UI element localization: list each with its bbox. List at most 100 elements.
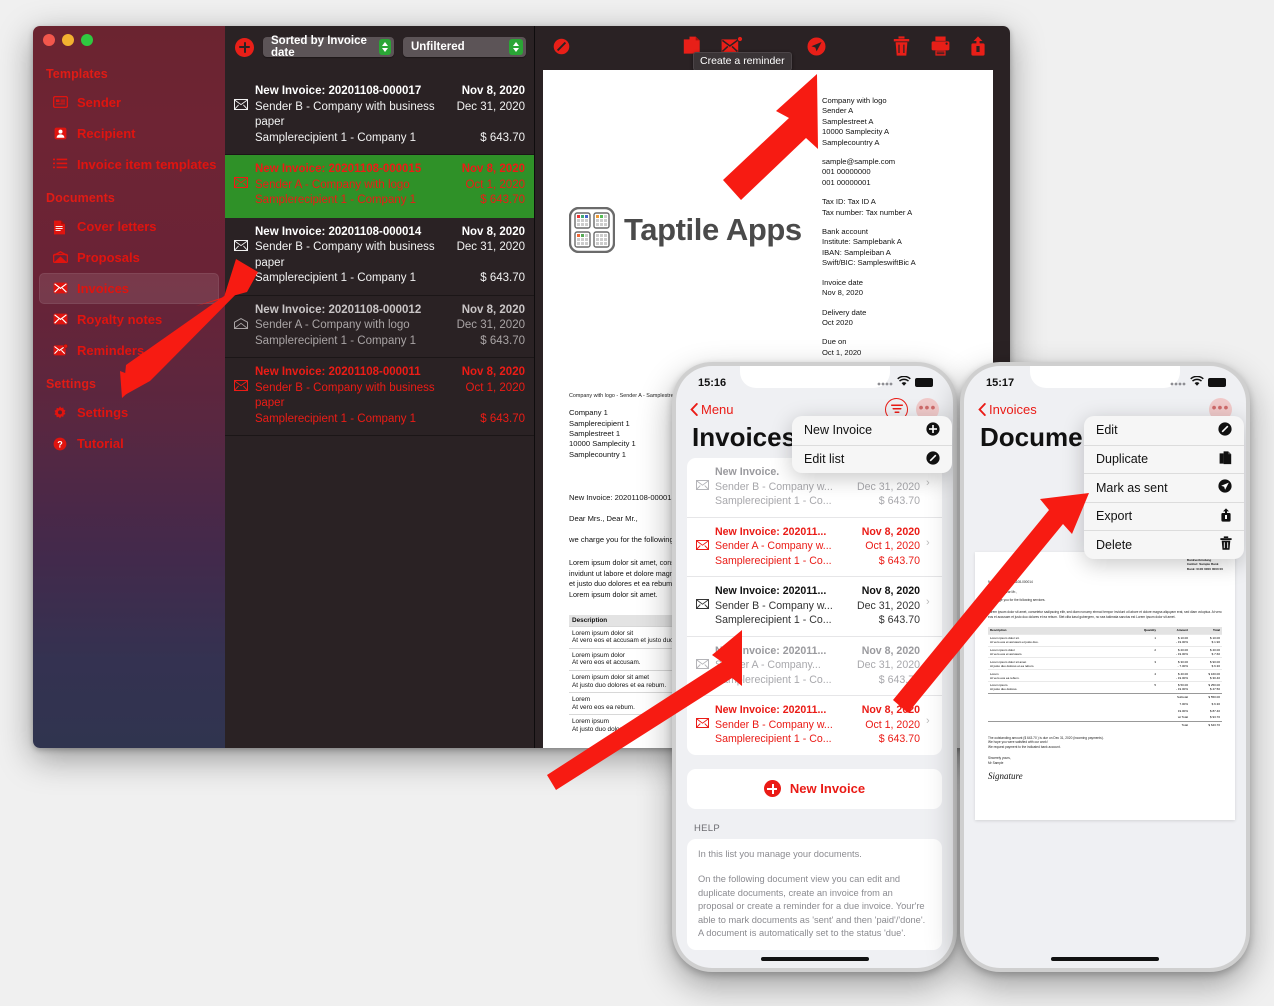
menu-item-new-invoice[interactable]: New Invoice	[792, 416, 952, 445]
invoice-date: Nov 8, 2020	[461, 366, 525, 378]
list-item[interactable]: New Invoice: 202011... Nov 8, 2020 Sender…	[687, 695, 942, 755]
page-title: Invoices	[692, 422, 797, 452]
sidebar: Templates Sender Recipient Invoice item …	[33, 26, 225, 748]
table-header: Description Quantity Amount Total	[988, 626, 1222, 634]
table-row[interactable]: New Invoice: 20201108-000014 Nov 8, 2020 …	[225, 218, 534, 296]
envelope-icon	[696, 465, 709, 509]
invoice-title: New Invoice: 20201108-000014	[255, 225, 422, 238]
invoice-date: Nov 8, 2020	[461, 225, 525, 238]
filter-popup-button[interactable]: Unfiltered	[402, 37, 526, 57]
zoom-button[interactable]	[81, 34, 93, 46]
td-qty: 3	[1154, 659, 1156, 664]
menu-item-label: Edit list	[804, 452, 845, 467]
row-title: New Invoice: 202011...	[715, 704, 827, 716]
phone-right-screen: 15:17 Invoices ••• Document Bankverbindu…	[964, 366, 1246, 968]
list-item[interactable]: New Invoice: 202011... Nov 8, 2020 Sender…	[687, 576, 942, 636]
total-label: wt Total	[1177, 715, 1188, 720]
back-button[interactable]: Menu	[690, 402, 734, 417]
taptile-grid-logo	[568, 206, 616, 253]
row-title: New Invoice: 202011...	[715, 644, 827, 657]
invoice-due: Dec 31, 2020	[456, 100, 525, 113]
row-recipient: Samplerecipient 1 - Co...	[715, 614, 832, 626]
sidebar-item-tutorial[interactable]: ? Tutorial	[39, 428, 219, 459]
item-desc-2: At vero eos et accusam et justo duo.	[572, 637, 676, 645]
item-desc-2: At vero eos et accusam.	[572, 659, 641, 667]
sidebar-item-royalty-notes[interactable]: Royalty notes	[39, 304, 219, 335]
row-amount: $ 643.70	[878, 495, 920, 507]
th-total: Total	[1213, 628, 1220, 633]
sidebar-item-cover-letters[interactable]: Cover letters	[39, 211, 219, 242]
document-preview[interactable]: Bankverbindung Institut: Sample Bank Ban…	[975, 552, 1235, 820]
minimize-button[interactable]	[62, 34, 74, 46]
edit-icon[interactable]	[553, 38, 570, 60]
cellular-icon	[877, 377, 893, 389]
sidebar-group-title: Settings	[46, 377, 97, 391]
menu-item-label: Delete	[1096, 537, 1133, 552]
sidebar-item-invoices[interactable]: Invoices	[39, 273, 219, 304]
row-sender: Sender A - Company...	[715, 659, 821, 671]
row-date: Nov 8, 2020	[861, 704, 920, 716]
menu-item-duplicate[interactable]: Duplicate	[1084, 444, 1244, 474]
print-icon[interactable]	[931, 36, 950, 61]
status-bar: 15:16	[676, 366, 953, 394]
back-button[interactable]: Invoices	[978, 402, 1037, 417]
sidebar-item-recipient[interactable]: Recipient	[39, 118, 219, 149]
menu-item-delete[interactable]: Delete	[1084, 530, 1244, 559]
table-row[interactable]: New Invoice: 20201108-000017 Nov 8, 2020 …	[225, 77, 534, 155]
item-desc-1: Lorem	[572, 696, 591, 704]
trash-icon[interactable]	[893, 36, 910, 61]
question-circle-icon: ?	[53, 437, 68, 451]
envelope-icon	[696, 525, 709, 569]
row-due: Dec 31, 2020	[856, 480, 920, 493]
send-icon[interactable]	[807, 37, 826, 61]
sidebar-item-settings[interactable]: Settings	[39, 397, 219, 428]
add-invoice-button[interactable]	[235, 37, 254, 57]
share-icon	[1220, 508, 1232, 525]
total-value: $ 550.00	[1208, 695, 1220, 700]
pencil-circle-icon	[1218, 422, 1232, 439]
menu-item-export[interactable]: Export	[1084, 501, 1244, 531]
td-amount-tax: - 7.00%	[1177, 663, 1188, 668]
chevron-right-icon: ›	[926, 596, 930, 608]
envelope-icon	[696, 703, 709, 747]
chevron-right-icon: ›	[926, 536, 930, 549]
battery-icon	[915, 378, 933, 387]
table-row[interactable]: New Invoice: 20201108-000015 Nov 8, 2020 …	[225, 155, 534, 218]
window-traffic-lights[interactable]	[43, 34, 93, 46]
invoice-amount: $ 643.70	[480, 334, 525, 347]
menu-item-edit-list[interactable]: Edit list	[792, 444, 952, 474]
invoice-amount: $ 643.70	[480, 131, 525, 144]
table-row[interactable]: New Invoice: 20201108-000011 Nov 8, 2020 …	[225, 358, 534, 436]
doc-invoice-date-label: Invoice date	[822, 277, 863, 287]
invoice-title: New Invoice: 20201108-000011	[255, 366, 421, 378]
th-quantity: Quantity	[1143, 628, 1156, 633]
share-icon[interactable]	[969, 36, 987, 61]
sidebar-item-sender[interactable]: Sender	[39, 87, 219, 118]
invoice-due: Dec 31, 2020	[456, 319, 525, 331]
open-envelope-icon	[53, 250, 68, 265]
new-invoice-button[interactable]: New Invoice	[687, 768, 942, 809]
td-total-tax: $ 7.60	[1211, 651, 1220, 656]
sort-popup-button[interactable]: Sorted by Invoice date	[263, 35, 394, 59]
sidebar-item-reminders[interactable]: Reminders	[39, 335, 219, 366]
td-desc2: At justo duo dolores et ea rebum.	[990, 663, 1035, 668]
sidebar-group-title: Documents	[46, 191, 115, 205]
sidebar-item-proposals[interactable]: Proposals	[39, 242, 219, 273]
row-title: New Invoice: 202011...	[715, 585, 827, 597]
list-item[interactable]: New Invoice: 202011... Nov 8, 2020 Sender…	[687, 635, 942, 696]
list-item[interactable]: New Invoice: 202011... Nov 8, 2020 Sender…	[687, 516, 942, 577]
td-qty: 2	[1154, 647, 1156, 652]
table-row[interactable]: New Invoice: 20201108-000012 Nov 8, 2020 …	[225, 296, 534, 358]
mini-request: We request payment to the indicated bank…	[988, 745, 1061, 750]
table-row: Lorem ipsum. At justo duo dolores. 5 $ 50.0…	[988, 680, 1222, 693]
close-button[interactable]	[43, 34, 55, 46]
menu-item-mark-as-sent[interactable]: Mark as sent	[1084, 473, 1244, 502]
sidebar-item-invoice-item-templates[interactable]: Invoice item templates	[39, 149, 219, 180]
menu-item-edit[interactable]: Edit	[1084, 416, 1244, 445]
battery-icon	[1208, 378, 1226, 387]
home-indicator	[1051, 957, 1159, 961]
status-time: 15:17	[986, 376, 1015, 389]
envelope-badge-icon	[53, 343, 68, 358]
td-qty: 1	[1154, 636, 1156, 641]
list-toolbar: Sorted by Invoice date Unfiltered	[225, 26, 534, 68]
